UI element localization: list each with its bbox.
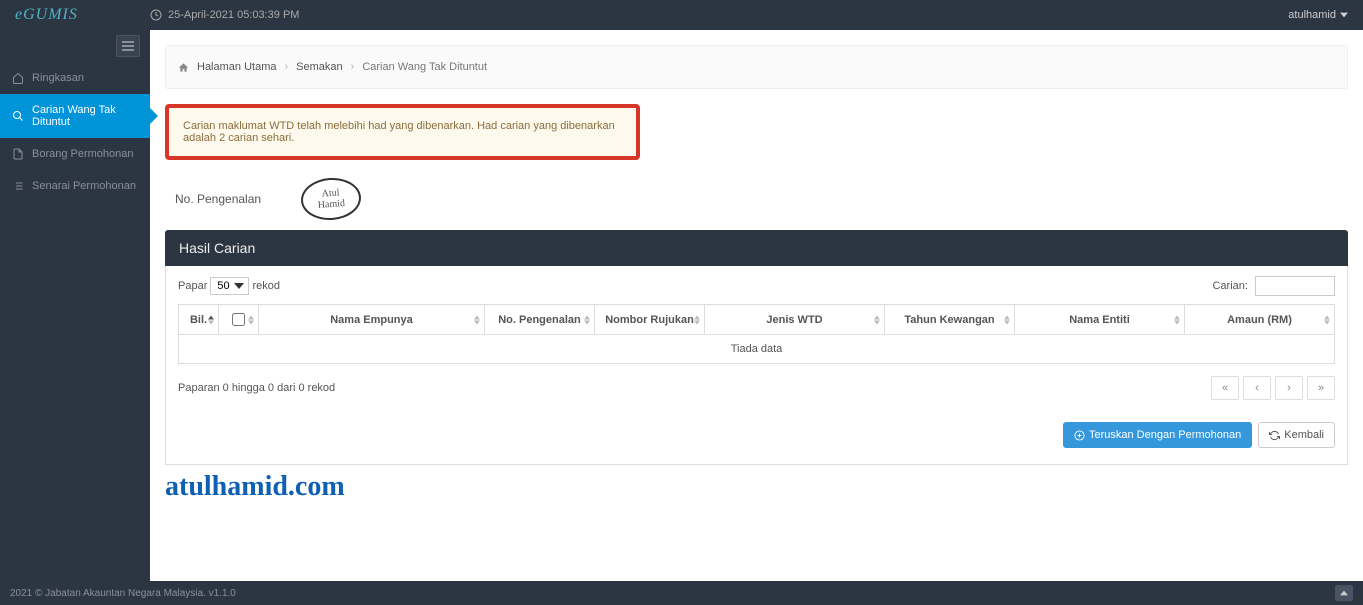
page-next-button[interactable]: › <box>1275 376 1303 400</box>
col-nama-entiti[interactable]: Nama Entiti <box>1015 305 1185 335</box>
clock-icon <box>150 9 162 21</box>
show-prefix: Papar <box>178 280 207 292</box>
home-icon <box>178 62 189 73</box>
panel-body: Papar 50 rekod Carian: Bil. Nama Emp <box>165 266 1348 465</box>
stamp-line2: Hamid <box>318 198 346 211</box>
col-nombor-rujukan[interactable]: Nombor Rujukan <box>595 305 705 335</box>
search-control: Carian: <box>1212 276 1335 296</box>
length-control: Papar 50 rekod <box>178 277 280 295</box>
col-no-pengenalan[interactable]: No. Pengenalan <box>485 305 595 335</box>
chevron-right-icon: › <box>284 61 288 73</box>
alert-limit-exceeded: Carian maklumat WTD telah melebihi had y… <box>165 104 640 160</box>
select-all-checkbox[interactable] <box>232 313 245 326</box>
breadcrumb-home[interactable]: Halaman Utama <box>197 61 276 73</box>
col-tahun-kewangan[interactable]: Tahun Kewangan <box>885 305 1015 335</box>
chevron-down-icon <box>1340 11 1348 19</box>
sidebar-item-ringkasan[interactable]: Ringkasan <box>0 62 150 94</box>
panel-header: Hasil Carian <box>165 230 1348 266</box>
continue-button[interactable]: Teruskan Dengan Permohonan <box>1063 422 1252 448</box>
back-button[interactable]: Kembali <box>1258 422 1335 448</box>
empty-row: Tiada data <box>179 335 1335 364</box>
chevron-up-icon <box>1340 589 1348 597</box>
continue-label: Teruskan Dengan Permohonan <box>1089 429 1241 441</box>
sidebar-item-label: Borang Permohonan <box>32 148 134 160</box>
page-last-button[interactable]: » <box>1307 376 1335 400</box>
menu-icon <box>122 41 134 51</box>
sidebar: Ringkasan Carian Wang Tak Dituntut Boran… <box>0 30 150 581</box>
search-icon <box>12 110 24 122</box>
form-icon <box>12 148 24 160</box>
sidebar-item-senarai[interactable]: Senarai Permohonan <box>0 170 150 202</box>
page-prev-button[interactable]: ‹ <box>1243 376 1271 400</box>
user-menu[interactable]: atulhamid <box>1288 9 1348 21</box>
page-size-select[interactable]: 50 <box>210 277 249 295</box>
table-info: Paparan 0 hingga 0 dari 0 rekod <box>178 382 335 394</box>
watermark-url: atulhamid.com <box>165 471 1348 503</box>
back-label: Kembali <box>1284 429 1324 441</box>
user-name: atulhamid <box>1288 9 1336 21</box>
sidebar-item-carian-wtd[interactable]: Carian Wang Tak Dituntut <box>0 94 150 138</box>
watermark-stamp: Atul Hamid <box>300 176 363 222</box>
plus-circle-icon <box>1074 430 1085 441</box>
refresh-icon <box>1269 430 1280 441</box>
sidebar-item-label: Senarai Permohonan <box>32 180 136 192</box>
app-logo: eGUMIS <box>15 6 150 24</box>
breadcrumb: Halaman Utama › Semakan › Carian Wang Ta… <box>165 45 1348 89</box>
breadcrumb-current: Carian Wang Tak Dituntut <box>362 61 487 73</box>
content-area: Halaman Utama › Semakan › Carian Wang Ta… <box>150 30 1363 581</box>
topbar: eGUMIS 25-April-2021 05:03:39 PM atulham… <box>0 0 1363 30</box>
label-no-pengenalan: No. Pengenalan <box>175 192 261 206</box>
list-icon <box>12 180 24 192</box>
search-label: Carian: <box>1212 280 1247 292</box>
results-table: Bil. Nama Empunya No. Pengenalan Nombor … <box>178 304 1335 364</box>
page-first-button[interactable]: « <box>1211 376 1239 400</box>
chevron-right-icon: › <box>351 61 355 73</box>
col-bil[interactable]: Bil. <box>179 305 219 335</box>
sidebar-item-borang[interactable]: Borang Permohonan <box>0 138 150 170</box>
sidebar-item-label: Ringkasan <box>32 72 84 84</box>
breadcrumb-semakan[interactable]: Semakan <box>296 61 342 73</box>
show-suffix: rekod <box>252 280 280 292</box>
scroll-top-button[interactable] <box>1335 585 1353 601</box>
footer-text: 2021 © Jabatan Akauntan Negara Malaysia.… <box>10 588 236 599</box>
col-amaun[interactable]: Amaun (RM) <box>1185 305 1335 335</box>
search-form-row: No. Pengenalan Atul Hamid <box>165 178 1348 220</box>
search-input[interactable] <box>1255 276 1335 296</box>
datetime-text: 25-April-2021 05:03:39 PM <box>168 9 299 21</box>
col-jenis-wtd[interactable]: Jenis WTD <box>705 305 885 335</box>
col-checkbox[interactable] <box>219 305 259 335</box>
sidebar-item-label: Carian Wang Tak Dituntut <box>32 104 138 128</box>
sidebar-toggle-button[interactable] <box>116 35 140 57</box>
pagination: « ‹ › » <box>1211 376 1335 400</box>
clock: 25-April-2021 05:03:39 PM <box>150 9 299 21</box>
col-nama-empunya[interactable]: Nama Empunya <box>259 305 485 335</box>
home-icon <box>12 72 24 84</box>
footer: 2021 © Jabatan Akauntan Negara Malaysia.… <box>0 581 1363 605</box>
